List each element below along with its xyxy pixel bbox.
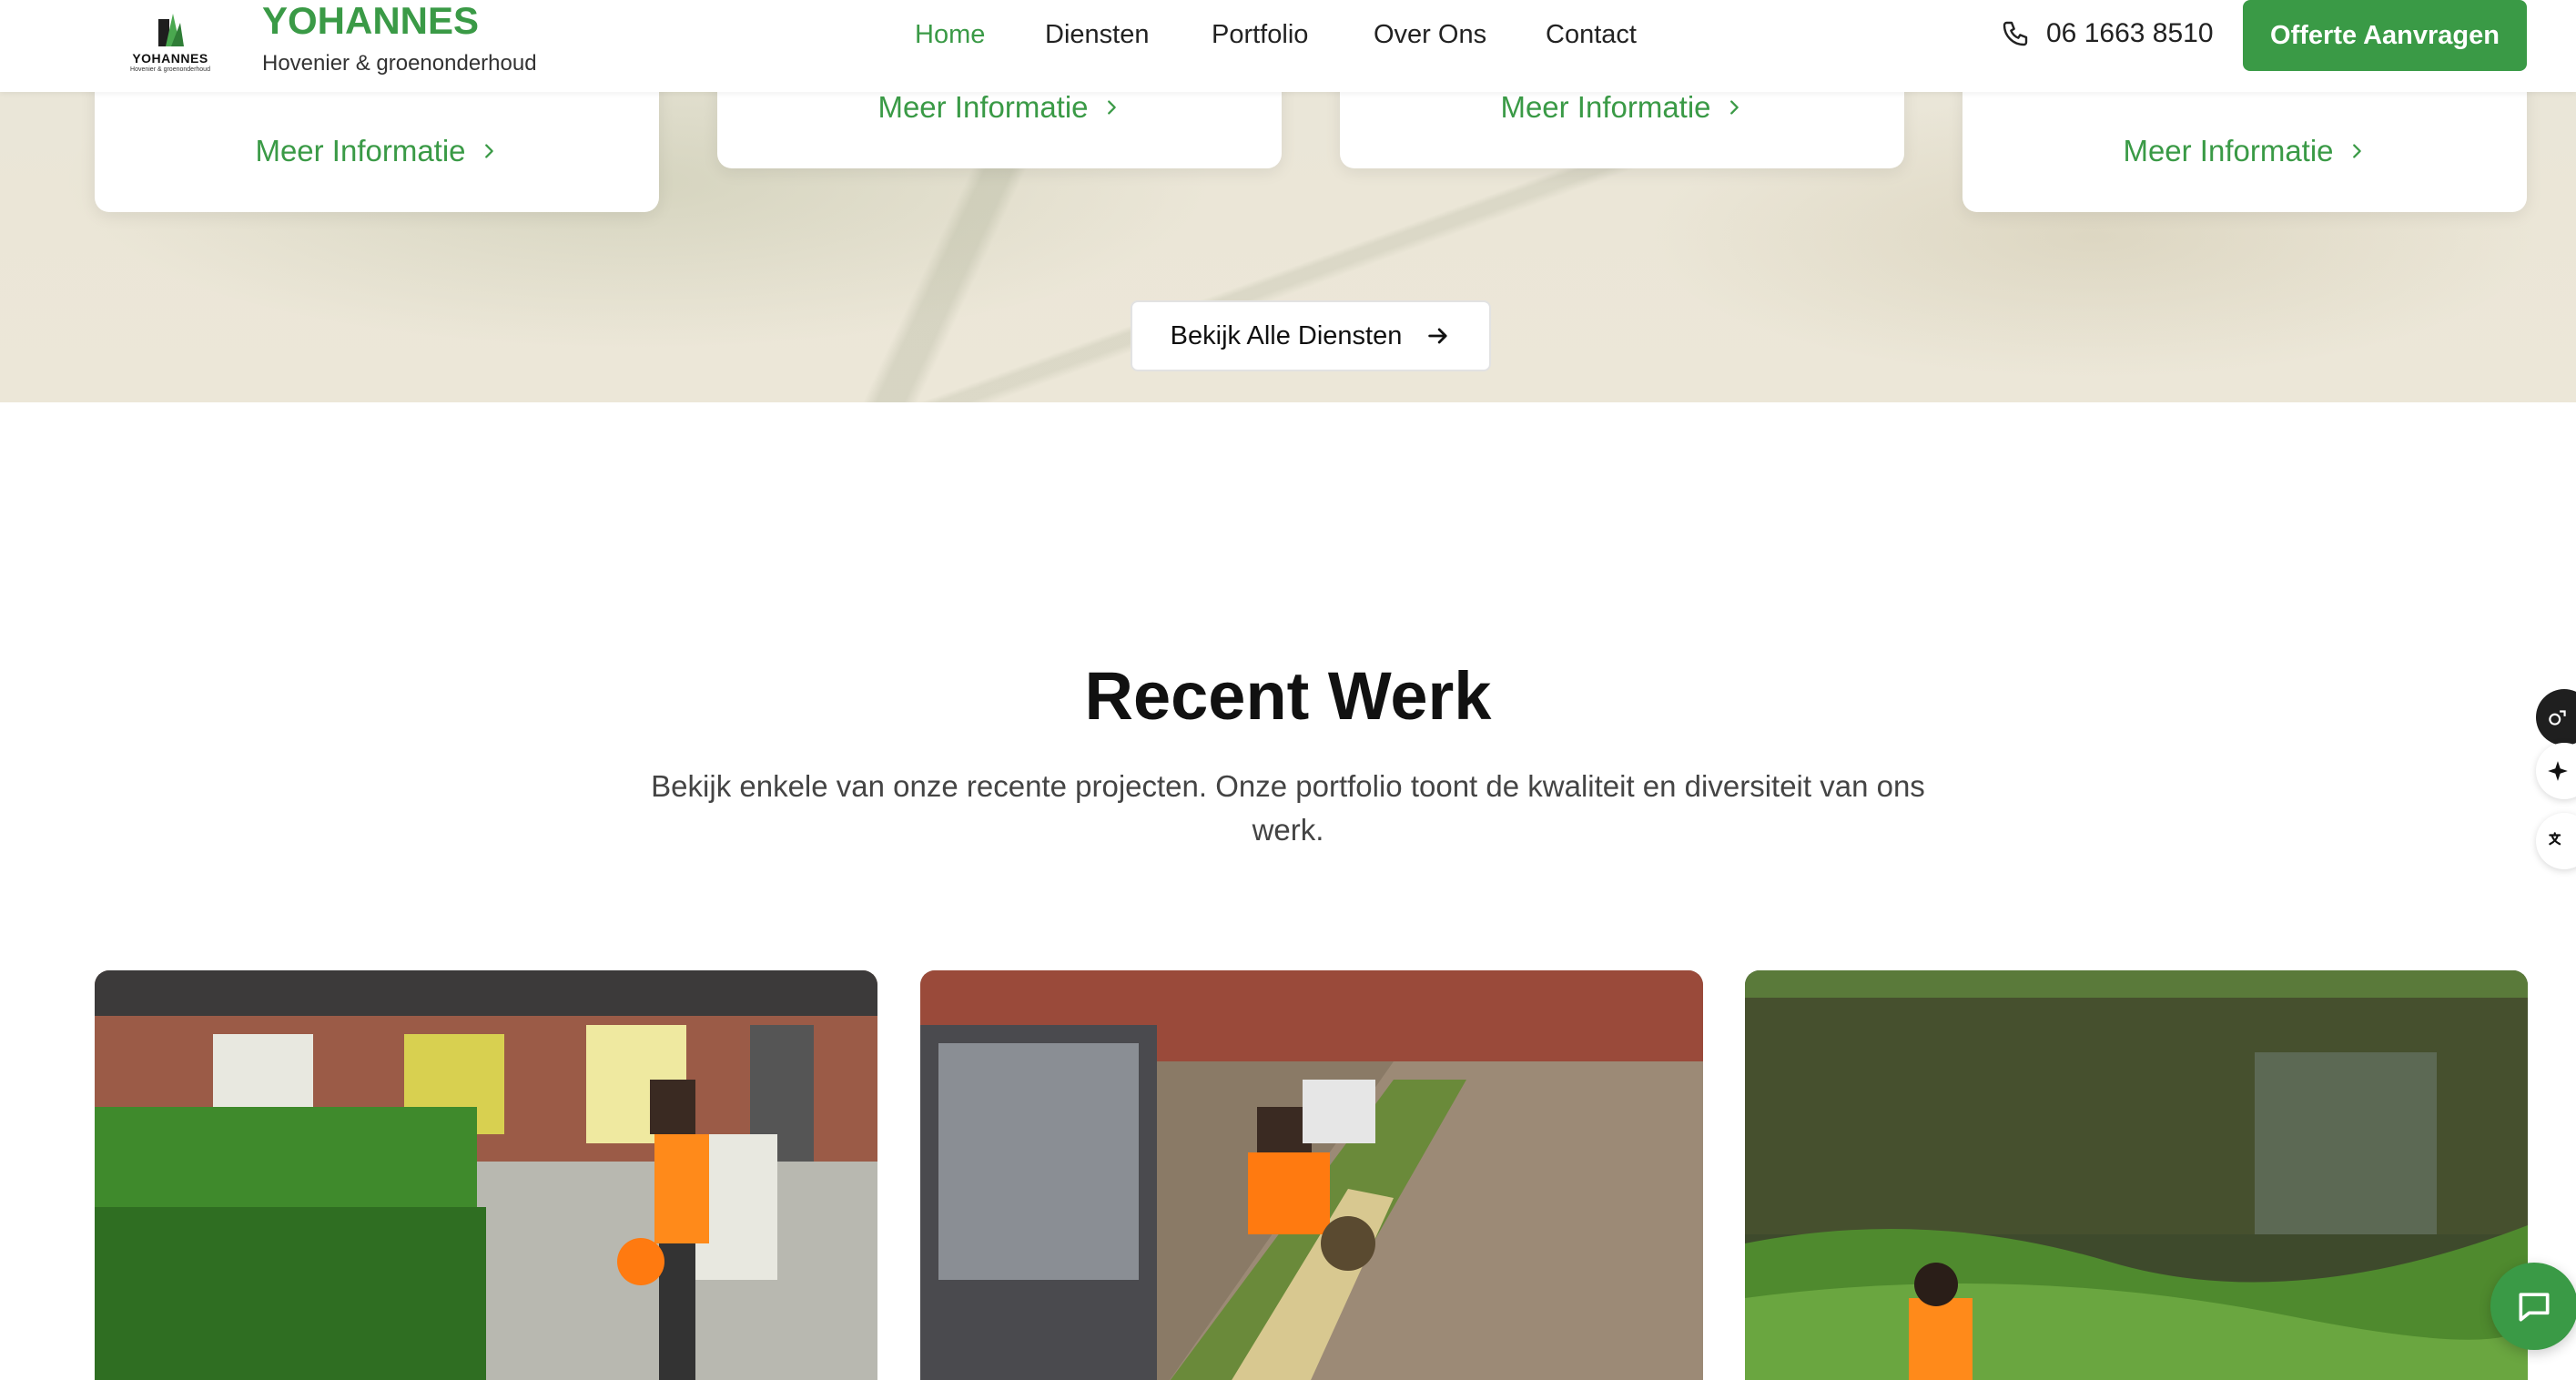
project-image	[1745, 970, 2528, 1380]
logo-word: YOHANNES	[132, 51, 208, 66]
request-quote-button[interactable]: Offerte Aanvragen	[2243, 0, 2527, 71]
chevron-right-icon	[484, 144, 493, 158]
chevron-right-icon	[1107, 100, 1116, 115]
site-header: YOHANNES Hovenier & groenonderhoud YOHAN…	[0, 0, 2576, 92]
more-info-label: Meer Informatie	[1500, 90, 1711, 124]
nav-home[interactable]: Home	[915, 20, 985, 50]
project-image	[95, 970, 877, 1380]
chat-button[interactable]	[2490, 1263, 2576, 1350]
more-info-label: Meer Informatie	[877, 90, 1089, 124]
brand-subtitle: Hovenier & groenonderhoud	[262, 51, 537, 76]
sparkle-icon	[2548, 761, 2568, 781]
section-title: Recent Werk	[1084, 658, 1492, 734]
project-image	[920, 970, 1703, 1380]
more-info-link[interactable]: Meer Informatie	[2123, 134, 2366, 168]
ai-assistant-button[interactable]	[2536, 743, 2576, 799]
more-info-label: Meer Informatie	[2123, 134, 2334, 167]
nav-diensten[interactable]: Diensten	[1045, 20, 1149, 50]
section-subtitle: Bekijk enkele van onze recente projecten…	[651, 769, 1925, 847]
leaf-logo-icon	[158, 14, 184, 46]
translate-button[interactable]	[2536, 813, 2576, 869]
chat-icon	[2519, 1293, 2550, 1322]
view-all-services-label: Bekijk Alle Diensten	[1170, 320, 1403, 350]
phone-number: 06 1663 8510	[2046, 18, 2214, 48]
nav-portfolio[interactable]: Portfolio	[1212, 20, 1308, 50]
more-info-label: Meer Informatie	[255, 134, 466, 167]
accessibility-icon	[2549, 710, 2566, 726]
more-info-link[interactable]: Meer Informatie	[255, 134, 498, 168]
project-card[interactable]	[920, 970, 1703, 1380]
arrow-right-icon	[1428, 328, 1447, 344]
nav-contact[interactable]: Contact	[1546, 20, 1637, 50]
project-card[interactable]	[1745, 970, 2528, 1380]
phone-link[interactable]: 06 1663 8510	[2001, 18, 2214, 49]
translate-icon	[2549, 832, 2561, 846]
brand[interactable]: YOHANNES Hovenier & groenonderhoud	[262, 0, 537, 76]
chevron-right-icon	[1729, 100, 1739, 115]
phone-icon	[2003, 21, 2028, 46]
brand-name: YOHANNES	[262, 0, 480, 42]
view-all-services-button[interactable]: Bekijk Alle Diensten	[1131, 300, 1491, 371]
logo-tagline: Hovenier & groenonderhoud	[130, 66, 210, 73]
nav-over-ons[interactable]: Over Ons	[1374, 20, 1486, 50]
logo[interactable]: YOHANNES Hovenier & groenonderhoud	[107, 0, 233, 73]
project-card[interactable]	[95, 970, 877, 1380]
chevron-right-icon	[2352, 144, 2361, 158]
more-info-link[interactable]: Meer Informatie	[877, 90, 1121, 125]
more-info-link[interactable]: Meer Informatie	[1500, 90, 1743, 125]
